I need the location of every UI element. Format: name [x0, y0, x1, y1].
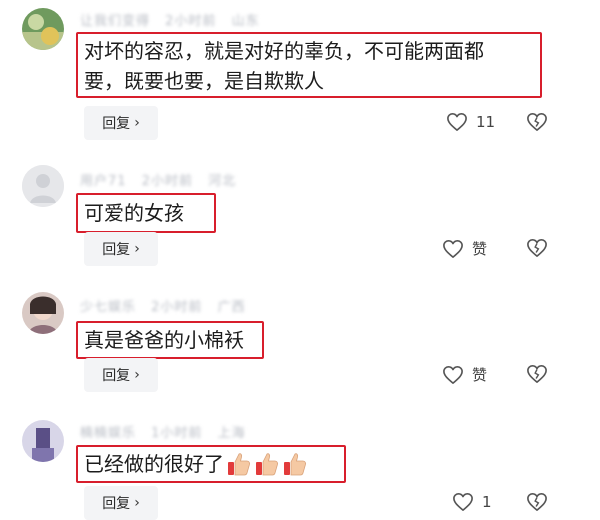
like-count: 11	[476, 113, 496, 131]
broken-heart-icon	[527, 365, 547, 383]
chevron-right-icon: ›	[134, 495, 140, 511]
comment-text-line: 对坏的容忍，就是对好的辜负，不可能两面都	[84, 39, 484, 63]
like-count: 赞	[472, 366, 488, 384]
like-button[interactable]: 赞	[442, 364, 487, 385]
broken-heart-icon	[527, 239, 547, 257]
comment-location: 河北	[208, 174, 237, 189]
reply-label: 回复	[102, 116, 131, 132]
broken-heart-icon	[527, 493, 547, 511]
comment-location: 上海	[217, 426, 246, 441]
heart-icon	[443, 365, 463, 384]
chevron-right-icon: ›	[134, 367, 140, 383]
comment-location: 广西	[217, 300, 246, 315]
reply-button[interactable]: 回复 ›	[84, 232, 158, 266]
comment-time: 1小时前	[151, 426, 203, 441]
username[interactable]: 少七娱乐	[80, 300, 136, 315]
comment-text: 已经做的很好了	[76, 445, 346, 483]
comment-text-line: 要，既要也要，是自欺欺人	[84, 69, 324, 93]
reply-label: 回复	[102, 368, 131, 384]
comment-time: 2小时前	[165, 14, 217, 29]
comment-meta: 楠楠娱乐 1小时前 上海	[80, 422, 256, 441]
comment-location: 山东	[231, 14, 260, 29]
reply-label: 回复	[102, 242, 131, 258]
comment-text: 对坏的容忍，就是对好的辜负，不可能两面都 要，既要也要，是自欺欺人	[76, 32, 542, 98]
dislike-button[interactable]	[526, 364, 548, 388]
reply-button[interactable]: 回复 ›	[84, 358, 158, 392]
avatar[interactable]	[22, 8, 64, 50]
username[interactable]: 用户71	[80, 174, 127, 189]
comment-time: 2小时前	[151, 300, 203, 315]
dislike-button[interactable]	[526, 238, 548, 262]
avatar[interactable]	[22, 165, 64, 207]
reply-label: 回复	[102, 496, 131, 512]
comment-text: 真是爸爸的小棉袄	[76, 321, 264, 359]
thumbs-up-emoji-icon	[254, 451, 280, 485]
comment-meta: 让我们变得 2小时前 山东	[80, 10, 270, 29]
comment-text-body: 已经做的很好了	[84, 452, 224, 476]
username[interactable]: 楠楠娱乐	[80, 426, 136, 441]
like-button[interactable]: 赞	[442, 238, 487, 259]
like-count: 赞	[472, 240, 488, 258]
like-button[interactable]: 1	[452, 492, 492, 512]
heart-icon	[443, 239, 463, 258]
comment-meta: 用户71 2小时前 河北	[80, 170, 246, 189]
avatar[interactable]	[22, 292, 64, 334]
dislike-button[interactable]	[526, 112, 548, 136]
heart-icon	[453, 493, 473, 511]
thumbs-up-emoji-icon	[282, 451, 308, 485]
reply-button[interactable]: 回复 ›	[84, 486, 158, 520]
chevron-right-icon: ›	[134, 241, 140, 257]
comment-meta: 少七娱乐 2小时前 广西	[80, 296, 256, 315]
like-button[interactable]: 11	[446, 112, 495, 132]
comment-text: 可爱的女孩	[76, 193, 216, 233]
comment-time: 2小时前	[141, 174, 193, 189]
thumbs-up-emoji-icon	[226, 451, 252, 485]
username[interactable]: 让我们变得	[80, 14, 150, 29]
avatar[interactable]	[22, 420, 64, 462]
chevron-right-icon: ›	[134, 115, 140, 131]
heart-icon	[447, 113, 467, 131]
dislike-button[interactable]	[526, 492, 548, 516]
like-count: 1	[482, 493, 492, 511]
broken-heart-icon	[527, 113, 547, 131]
reply-button[interactable]: 回复 ›	[84, 106, 158, 140]
